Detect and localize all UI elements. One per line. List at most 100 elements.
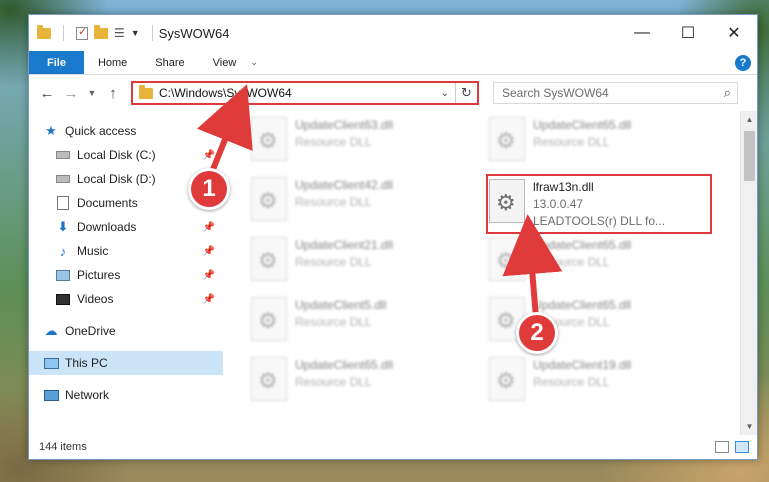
dll-file-icon: [251, 117, 287, 161]
file-name: UpdateClient5.dll: [295, 298, 387, 312]
pin-icon[interactable]: 📌: [203, 270, 215, 281]
file-type: Resource DLL: [533, 375, 610, 389]
pin-icon[interactable]: 📌: [203, 150, 215, 161]
sidebar-item-local-disk-c[interactable]: Local Disk (C:) 📌: [29, 143, 223, 167]
search-input[interactable]: Search SysWOW64 ⌕: [493, 82, 738, 104]
sidebar-item-onedrive[interactable]: ☁ OneDrive: [29, 319, 223, 343]
file-description: LEADTOOLS(r) DLL fo...: [533, 214, 666, 228]
customize-icon[interactable]: ☰: [114, 26, 125, 40]
sidebar-item-label: Network: [65, 388, 110, 402]
pin-icon[interactable]: 📌: [203, 222, 215, 233]
drive-icon: [55, 172, 71, 186]
list-item[interactable]: UpdateClient19.dll Resource DLL: [489, 357, 709, 413]
sidebar-item-pictures[interactable]: Pictures 📌: [29, 263, 223, 287]
videos-icon: [55, 292, 71, 306]
pin-icon[interactable]: 📌: [203, 294, 215, 305]
back-button[interactable]: ←: [37, 85, 57, 102]
list-item[interactable]: UpdateClient65.dll Resource DLL: [251, 357, 471, 413]
file-name: UpdateClient42.dll: [295, 178, 394, 192]
refresh-button[interactable]: ↻: [455, 83, 477, 103]
quick-access-toolbar: ☰ ▼: [37, 24, 159, 41]
list-item[interactable]: UpdateClient21.dll Resource DLL: [251, 237, 471, 293]
search-icon[interactable]: ⌕: [724, 85, 731, 101]
vertical-scrollbar[interactable]: ▲ ▼: [740, 111, 757, 435]
sidebar-item-label: Documents: [77, 196, 138, 210]
list-item[interactable]: UpdateClient5.dll Resource DLL: [251, 297, 471, 353]
tab-view[interactable]: View: [199, 51, 251, 74]
cloud-icon: ☁: [44, 323, 58, 338]
file-name: UpdateClient21.dll: [295, 238, 394, 252]
music-icon: ♪: [59, 243, 67, 259]
scroll-up-icon[interactable]: ▲: [741, 111, 758, 128]
item-count: 144 items: [39, 441, 87, 453]
tab-share[interactable]: Share: [141, 51, 198, 74]
file-type: Resource DLL: [295, 195, 372, 209]
dll-file-icon: [251, 177, 287, 221]
sidebar-item-quick-access[interactable]: ★ Quick access: [29, 119, 223, 143]
drive-icon: [55, 148, 71, 162]
dll-file-icon: [489, 237, 525, 281]
file-name: UpdateClient65.dll: [533, 118, 632, 132]
chevron-down-icon[interactable]: ▼: [131, 28, 140, 38]
list-item[interactable]: UpdateClient42.dll Resource DLL: [251, 177, 471, 233]
recent-locations-button[interactable]: ▼: [85, 88, 99, 98]
divider: [151, 25, 153, 41]
sidebar-item-videos[interactable]: Videos 📌: [29, 287, 223, 311]
folder-icon[interactable]: [37, 24, 51, 39]
list-item-lfraw13n[interactable]: lfraw13n.dll 13.0.0.47 LEADTOOLS(r) DLL …: [489, 179, 709, 235]
folder-icon: [139, 84, 153, 99]
pin-icon[interactable]: 📌: [203, 246, 215, 257]
title-bar: ☰ ▼ SysWOW64 — ☐ ✕: [29, 15, 757, 51]
file-list: UpdateClient63.dll Resource DLL UpdateCli…: [223, 111, 740, 435]
file-type: Resource DLL: [533, 135, 610, 149]
address-bar[interactable]: C:\Windows\SysWOW64 ⌄ ↻: [131, 81, 479, 105]
details-view-icon[interactable]: [715, 441, 729, 453]
dll-file-icon: [489, 357, 525, 401]
file-type: Resource DLL: [295, 255, 372, 269]
dll-file-icon: [489, 117, 525, 161]
dll-file-icon: [251, 237, 287, 281]
new-folder-icon[interactable]: [94, 24, 108, 39]
navigation-pane: ★ Quick access Local Disk (C:) 📌 Local D…: [29, 111, 223, 435]
tab-home[interactable]: Home: [84, 51, 141, 74]
dll-file-icon: [251, 297, 287, 341]
sidebar-item-network[interactable]: Network: [29, 383, 223, 407]
up-button[interactable]: ↑: [103, 85, 123, 102]
sidebar-item-this-pc[interactable]: This PC: [29, 351, 223, 375]
file-version: 13.0.0.47: [533, 197, 584, 211]
large-icons-view-icon[interactable]: [735, 441, 749, 453]
window-controls: — ☐ ✕: [619, 15, 757, 51]
minimize-button[interactable]: —: [619, 15, 665, 51]
help-icon[interactable]: ?: [735, 54, 751, 71]
file-name: UpdateClient65.dll: [295, 358, 394, 372]
explorer-window: ☰ ▼ SysWOW64 — ☐ ✕ File Home Share View …: [28, 14, 758, 460]
search-placeholder: Search SysWOW64: [502, 86, 609, 100]
star-icon: ★: [45, 123, 57, 138]
address-path[interactable]: C:\Windows\SysWOW64: [159, 86, 292, 100]
list-item[interactable]: UpdateClient65.dll Resource DLL: [489, 117, 709, 173]
close-button[interactable]: ✕: [711, 15, 757, 51]
file-name: lfraw13n.dll: [533, 180, 594, 194]
sidebar-item-music[interactable]: ♪ Music 📌: [29, 239, 223, 263]
list-item[interactable]: UpdateClient63.dll Resource DLL: [251, 117, 471, 173]
view-switcher: [715, 441, 749, 453]
chevron-down-icon[interactable]: ⌄: [441, 88, 449, 99]
file-type: Resource DLL: [533, 255, 610, 269]
ribbon-tabs: File Home Share View ⌄ ?: [29, 51, 757, 75]
step-1-badge: 1: [188, 168, 230, 210]
forward-button[interactable]: →: [61, 85, 81, 102]
sidebar-item-downloads[interactable]: ⬇ Downloads 📌: [29, 215, 223, 239]
dll-file-icon: [489, 179, 525, 223]
scroll-down-icon[interactable]: ▼: [741, 418, 758, 435]
list-item[interactable]: UpdateClient65.dll Resource DLL: [489, 237, 709, 293]
maximize-button[interactable]: ☐: [665, 15, 711, 51]
properties-icon[interactable]: [76, 25, 88, 40]
pictures-icon: [55, 268, 71, 282]
sidebar-item-label: Downloads: [77, 220, 137, 234]
sidebar-item-label: Quick access: [65, 124, 137, 138]
status-bar: 144 items: [29, 435, 757, 459]
file-type: Resource DLL: [295, 135, 372, 149]
tab-file[interactable]: File: [29, 51, 84, 74]
scroll-thumb[interactable]: [744, 131, 755, 181]
chevron-down-icon[interactable]: ⌄: [250, 57, 258, 68]
